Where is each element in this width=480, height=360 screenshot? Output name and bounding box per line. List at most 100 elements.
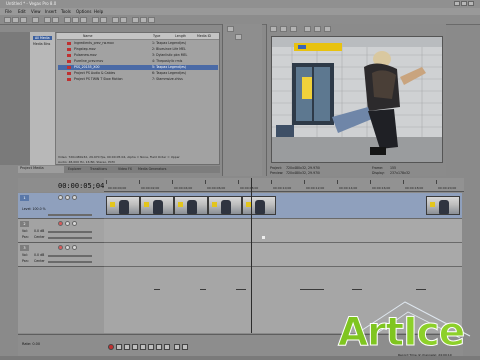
level-slider[interactable] bbox=[48, 214, 92, 216]
tab-explorer[interactable]: Explorer bbox=[68, 167, 81, 171]
track-header-audio-1[interactable]: 2 Vol: 0.0 dB Pan: Center bbox=[18, 219, 104, 243]
zoom-icon[interactable] bbox=[140, 17, 147, 23]
solo-icon[interactable] bbox=[72, 221, 77, 226]
play-button[interactable] bbox=[132, 344, 138, 350]
new-icon[interactable] bbox=[4, 17, 11, 23]
loop-button[interactable] bbox=[116, 344, 122, 350]
time-ruler[interactable]: 00:00:00;00 00:00:02;00 00:00:04;00 00:0… bbox=[104, 178, 464, 192]
trimmer-add-icon[interactable] bbox=[235, 34, 242, 40]
tab-video-fx[interactable]: Video FX bbox=[118, 167, 132, 171]
copy-snapshot-icon[interactable] bbox=[314, 26, 321, 32]
close-button[interactable] bbox=[468, 1, 474, 6]
audio-track-lane-2[interactable] bbox=[104, 243, 462, 267]
volume-slider[interactable] bbox=[48, 231, 92, 233]
go-to-start-button[interactable] bbox=[156, 344, 162, 350]
mute-icon[interactable] bbox=[65, 221, 70, 226]
list-item[interactable]: Project PS Audio & Cables 6: Taxpax Legen… bbox=[58, 71, 218, 76]
autoripple-icon[interactable] bbox=[100, 17, 107, 23]
list-item-selected[interactable]: PSS_20155_X00 5: Taxpax Legend(es) bbox=[58, 65, 218, 70]
audio-marker bbox=[352, 289, 362, 290]
media-list-header: Name Type Length Media ID bbox=[57, 33, 219, 40]
list-item[interactable]: Pingstep.mov 2: Bluesince Life MEL bbox=[58, 47, 218, 52]
media-file-icon bbox=[67, 66, 71, 69]
tree-media-bins[interactable]: Media Bins bbox=[33, 42, 50, 46]
stop-button[interactable] bbox=[148, 344, 154, 350]
solo-icon[interactable] bbox=[65, 195, 70, 200]
col-name[interactable]: Name bbox=[83, 34, 92, 38]
list-item[interactable]: Pulsenew.mov 3: Dylanlistic pbn MEL bbox=[58, 53, 218, 58]
help-icon[interactable] bbox=[148, 17, 155, 23]
save-icon[interactable] bbox=[20, 17, 27, 23]
fx-icon[interactable] bbox=[72, 195, 77, 200]
mute-icon[interactable] bbox=[58, 195, 63, 200]
pause-button[interactable] bbox=[140, 344, 146, 350]
ruler-label: 00:00:04;00 bbox=[174, 186, 193, 190]
pan-value: Center bbox=[34, 235, 45, 239]
pan-slider[interactable] bbox=[48, 237, 92, 239]
go-to-end-button[interactable] bbox=[164, 344, 170, 350]
video-clip[interactable] bbox=[426, 196, 460, 215]
menu-file[interactable]: File bbox=[5, 9, 12, 14]
watermark-part-1: Art bbox=[337, 310, 404, 356]
envelope-icon[interactable] bbox=[120, 17, 127, 23]
video-track-lane[interactable] bbox=[104, 193, 462, 219]
redo-icon[interactable] bbox=[52, 17, 59, 23]
preview-quality-icon[interactable] bbox=[290, 26, 297, 32]
col-media-id[interactable]: Media ID bbox=[197, 34, 211, 38]
video-clip[interactable] bbox=[242, 196, 276, 215]
trimmer-icon[interactable] bbox=[227, 26, 234, 32]
record-button[interactable] bbox=[108, 344, 114, 350]
video-clip[interactable] bbox=[174, 196, 208, 215]
maximize-button[interactable] bbox=[461, 1, 467, 6]
open-icon[interactable] bbox=[12, 17, 19, 23]
list-item[interactable]: Ingredients_prev_rw.mov 1: Taxpax Legend(… bbox=[58, 41, 218, 46]
col-type[interactable]: Type bbox=[153, 34, 160, 38]
external-monitor-icon[interactable] bbox=[280, 26, 287, 32]
lock-icon[interactable] bbox=[112, 17, 119, 23]
arm-record-icon[interactable] bbox=[58, 245, 63, 250]
menu-edit[interactable]: Edit bbox=[18, 9, 26, 14]
arm-record-icon[interactable] bbox=[58, 221, 63, 226]
normal-edit-icon[interactable] bbox=[132, 17, 139, 23]
menu-options[interactable]: Options bbox=[76, 9, 91, 14]
play-from-start-button[interactable] bbox=[124, 344, 130, 350]
ruler-label: 00:00:02;00 bbox=[141, 186, 160, 190]
render-icon[interactable] bbox=[32, 17, 39, 23]
video-clip[interactable] bbox=[140, 196, 174, 215]
tab-project-media[interactable]: Project Media bbox=[18, 166, 64, 173]
undo-icon[interactable] bbox=[44, 17, 51, 23]
audio-track-lane-1[interactable] bbox=[104, 219, 462, 243]
minimize-button[interactable] bbox=[454, 1, 460, 6]
list-item[interactable]: Project PS TWIN T Slow Motion 7: Stammsiz… bbox=[58, 77, 218, 82]
menu-tools[interactable]: Tools bbox=[61, 9, 71, 14]
pan-slider[interactable] bbox=[48, 261, 92, 263]
mute-icon[interactable] bbox=[65, 245, 70, 250]
solo-icon[interactable] bbox=[72, 245, 77, 250]
cut-icon[interactable] bbox=[64, 17, 71, 23]
pan-label: Pan: bbox=[22, 235, 29, 239]
prev-frame-button[interactable] bbox=[174, 344, 180, 350]
paste-icon[interactable] bbox=[80, 17, 87, 23]
tab-media-generators[interactable]: Media Generators bbox=[138, 167, 166, 171]
col-length[interactable]: Length bbox=[175, 34, 186, 38]
tab-transitions[interactable]: Transitions bbox=[90, 167, 107, 171]
copy-icon[interactable] bbox=[72, 17, 79, 23]
tree-all-media[interactable]: All Media bbox=[33, 36, 52, 40]
video-clip[interactable] bbox=[208, 196, 242, 215]
playhead-cursor[interactable] bbox=[251, 178, 252, 333]
video-clip[interactable] bbox=[106, 196, 140, 215]
media-file-icon bbox=[67, 54, 71, 57]
snap-icon[interactable] bbox=[92, 17, 99, 23]
preview-settings-icon[interactable] bbox=[270, 26, 277, 32]
menu-help[interactable]: Help bbox=[94, 9, 103, 14]
track-header-video[interactable]: 1 Level: 100.0 % bbox=[18, 193, 104, 219]
volume-slider[interactable] bbox=[48, 255, 92, 257]
menu-view[interactable]: View bbox=[31, 9, 41, 14]
audio-marker bbox=[300, 289, 324, 290]
menu-insert[interactable]: Insert bbox=[45, 9, 56, 14]
list-item[interactable]: Pureline_prev.mov 4: Thepostylic rmls bbox=[58, 59, 218, 64]
track-header-audio-2[interactable]: 3 Vol: 0.0 dB Pan: Center bbox=[18, 243, 104, 267]
overlays-icon[interactable] bbox=[304, 26, 311, 32]
next-frame-button[interactable] bbox=[182, 344, 188, 350]
save-snapshot-icon[interactable] bbox=[324, 26, 331, 32]
